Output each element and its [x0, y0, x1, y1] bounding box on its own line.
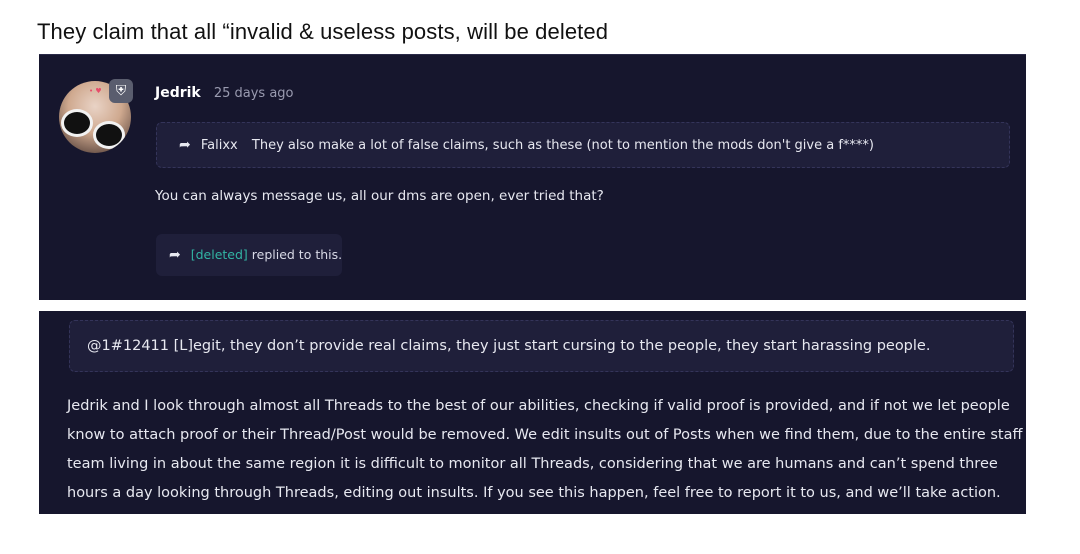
reply-arrow-icon: ➦ — [169, 247, 181, 263]
post-timestamp: 25 days ago — [213, 86, 294, 101]
avatar-detail-right — [93, 121, 125, 149]
avatar-decoration: • ♥ — [89, 87, 102, 95]
post-meta: Jedrik 25 days ago — [155, 82, 294, 101]
reply-notice-text: replied to this. — [247, 247, 343, 262]
forum-post-2: @1#12411 [L]egit, they don’t provide rea… — [39, 311, 1026, 514]
post-body-2: Jedrik and I look through almost all Thr… — [67, 392, 1022, 508]
quoted-reply[interactable]: ➦ Falixx They also make a lot of false c… — [156, 122, 1010, 168]
quoted-author[interactable]: Falixx — [201, 138, 238, 153]
quoted-reply-2[interactable]: @1#12411 [L]egit, they don’t provide rea… — [69, 320, 1014, 372]
post-body-line: know to attach proof or their Thread/Pos… — [67, 427, 1023, 443]
reply-notice[interactable]: ➦ [deleted] replied to this. — [156, 234, 342, 276]
deleted-user-link[interactable]: [deleted] — [191, 247, 248, 262]
post-body-line: team living in about the same region it … — [67, 456, 998, 472]
moderator-shield-icon: ⛨ — [109, 79, 133, 103]
reply-arrow-icon: ➦ — [179, 137, 191, 153]
post-author[interactable]: Jedrik — [155, 85, 201, 101]
avatar-detail-left — [61, 109, 93, 137]
post-body-line: Jedrik and I look through almost all Thr… — [67, 398, 1010, 414]
forum-post: • ♥ ⛨ Jedrik 25 days ago ➦ Falixx They a… — [39, 54, 1026, 300]
quoted-text: They also make a lot of false claims, su… — [251, 138, 874, 153]
post-body-line: hours a day looking through Threads, edi… — [67, 485, 1001, 501]
screenshot-caption: They claim that all “invalid & useless p… — [37, 19, 609, 44]
post-body: You can always message us, all our dms a… — [155, 188, 604, 204]
